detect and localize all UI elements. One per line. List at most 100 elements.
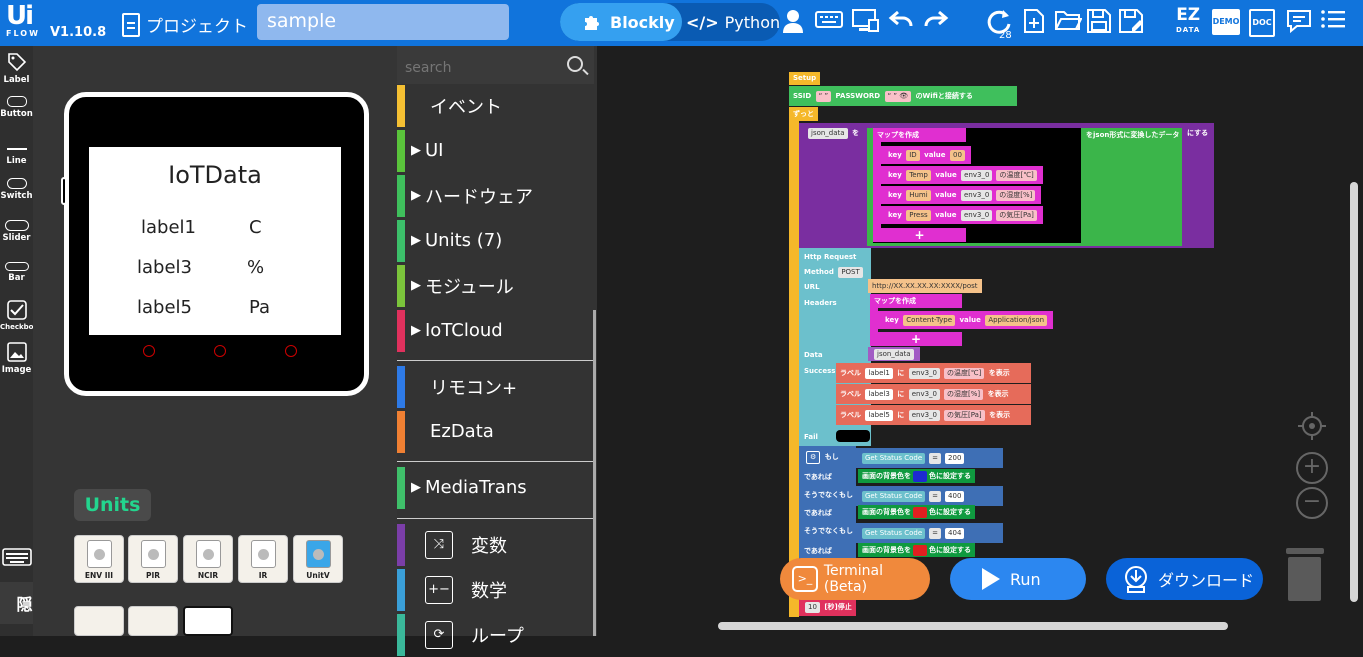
screen-label5[interactable]: label5 bbox=[137, 297, 192, 318]
ezdata-button[interactable]: EZ DATA bbox=[1176, 7, 1200, 38]
status-code-block[interactable]: Get Status Code bbox=[862, 491, 926, 502]
eq-dropdown[interactable]: = bbox=[929, 528, 942, 539]
category-mediatrans[interactable]: ▶ MediaTrans bbox=[397, 465, 594, 510]
label-dropdown[interactable]: label1 bbox=[865, 368, 893, 379]
map-value-suffix[interactable]: の気圧[Pa] bbox=[996, 210, 1037, 221]
unit-card-ir[interactable]: IR bbox=[238, 535, 288, 583]
demo-button[interactable]: DEMO bbox=[1212, 9, 1240, 35]
map-value-field[interactable]: env3_0 bbox=[961, 170, 993, 181]
open-folder-icon[interactable] bbox=[1054, 8, 1083, 38]
device-screen[interactable]: IoTData label1 C label3 % label5 Pa bbox=[89, 147, 341, 335]
search-icon[interactable] bbox=[567, 56, 583, 72]
project-menu[interactable]: プロジェクト bbox=[122, 12, 248, 37]
color-swatch[interactable] bbox=[913, 545, 927, 556]
json-var-field[interactable]: json_data bbox=[808, 128, 848, 139]
terminal-button[interactable]: >_ Terminal (Beta) bbox=[780, 558, 930, 600]
zoom-out-icon[interactable]: − bbox=[1296, 487, 1328, 519]
tool-image[interactable]: Image bbox=[0, 342, 33, 375]
data-var-field[interactable]: json_data bbox=[874, 349, 914, 360]
category-variables[interactable]: ⤨ 変数 bbox=[397, 522, 594, 567]
screen-label1-value[interactable]: C bbox=[249, 217, 262, 238]
category-ezdata[interactable]: EzData bbox=[397, 409, 594, 454]
menu-icon[interactable] bbox=[1320, 8, 1346, 38]
color-swatch[interactable] bbox=[913, 507, 927, 518]
save-as-icon[interactable] bbox=[1118, 8, 1146, 38]
unit-card-row2-c[interactable] bbox=[183, 606, 233, 636]
set-label5-block[interactable]: ラベル label5 に env3_0 の気圧[Pa] を表示 bbox=[836, 405, 1031, 425]
device-screen-icon[interactable] bbox=[851, 8, 879, 38]
setup-block[interactable]: Setup bbox=[789, 72, 821, 85]
map-add-icon[interactable]: + bbox=[873, 228, 966, 242]
screen-title[interactable]: IoTData bbox=[89, 161, 341, 189]
tool-label[interactable]: Label bbox=[0, 52, 33, 85]
url-field[interactable]: http://XX.XX.XX.XX:XXXX/post bbox=[868, 279, 982, 293]
color-swatch[interactable] bbox=[913, 471, 927, 482]
trash-icon[interactable] bbox=[1286, 548, 1324, 601]
sensor-suffix[interactable]: の気圧[Pa] bbox=[944, 410, 985, 421]
map-key-field[interactable]: Press bbox=[906, 210, 931, 221]
map-key-field[interactable]: Humi bbox=[906, 190, 931, 201]
label-dropdown[interactable]: label3 bbox=[865, 389, 893, 400]
search-input[interactable] bbox=[405, 58, 555, 78]
password-field[interactable]: “ ” 👁 bbox=[884, 91, 912, 102]
unit-card-unitv[interactable]: UnitV bbox=[293, 535, 343, 583]
category-loop[interactable]: ⟳ ループ bbox=[397, 612, 594, 657]
run-button[interactable]: Run bbox=[950, 558, 1086, 600]
screen-label3[interactable]: label3 bbox=[137, 257, 192, 278]
sensor-suffix[interactable]: の湿度[%] bbox=[944, 389, 984, 400]
unit-card-ncir[interactable]: NCIR bbox=[183, 535, 233, 583]
header-key-field[interactable]: Content-Type bbox=[903, 315, 956, 326]
save-icon[interactable] bbox=[1086, 8, 1112, 38]
sensor-dropdown[interactable]: env3_0 bbox=[908, 368, 940, 379]
new-file-icon[interactable] bbox=[1022, 8, 1046, 38]
screen-label5-value[interactable]: Pa bbox=[249, 297, 270, 318]
wifi-block[interactable]: SSID “ ” PASSWORD “ ” 👁 のWifiと接続する bbox=[789, 86, 1017, 106]
category-scrollbar[interactable] bbox=[593, 310, 596, 636]
chat-icon[interactable] bbox=[1285, 8, 1313, 38]
category-event[interactable]: イベント bbox=[397, 83, 594, 128]
condition-404[interactable]: Get Status Code = 404 bbox=[856, 523, 1003, 543]
map-row-id[interactable]: key ID value 00 bbox=[880, 146, 971, 164]
redo-icon[interactable] bbox=[923, 8, 949, 38]
make-map-block[interactable]: マップを作成 bbox=[873, 128, 966, 142]
tool-slider[interactable]: Slider bbox=[0, 220, 33, 243]
status-code-block[interactable]: Get Status Code bbox=[862, 453, 926, 464]
unit-card-env3[interactable]: ENV III bbox=[74, 535, 124, 583]
workspace-horizontal-scrollbar[interactable] bbox=[718, 622, 1228, 630]
screen-label1[interactable]: label1 bbox=[141, 217, 196, 238]
data-var-block[interactable]: json_data bbox=[868, 347, 920, 361]
condition-200[interactable]: Get Status Code = 200 bbox=[856, 448, 1003, 468]
zoom-in-icon[interactable]: + bbox=[1296, 452, 1328, 484]
tool-switch[interactable]: Switch bbox=[0, 178, 33, 201]
map-value-field[interactable]: env3_0 bbox=[960, 190, 993, 201]
map-key-field[interactable]: ID bbox=[906, 150, 920, 161]
blockly-tab[interactable]: Blockly bbox=[560, 3, 682, 41]
unit-card-row2-a[interactable] bbox=[74, 606, 124, 636]
ssid-field[interactable]: “ ” bbox=[815, 91, 832, 102]
map-row-humi[interactable]: key Humi value env3_0 の湿度[%] bbox=[880, 186, 1042, 204]
header-value-field[interactable]: Application/json bbox=[985, 315, 1048, 326]
category-hardware[interactable]: ▶ ハードウェア bbox=[397, 173, 594, 218]
code-field[interactable]: 400 bbox=[945, 491, 965, 502]
gear-icon[interactable]: ⚙ bbox=[806, 451, 821, 464]
eq-dropdown[interactable]: = bbox=[929, 453, 942, 464]
refresh-icon[interactable]: 28 bbox=[985, 8, 1015, 41]
user-icon[interactable] bbox=[782, 8, 804, 38]
map-row-press[interactable]: key Press value env3_0 の気圧[Pa] bbox=[880, 206, 1043, 224]
tool-checkbox[interactable]: Checkbox bbox=[0, 300, 38, 331]
keyboard-icon[interactable] bbox=[815, 8, 843, 38]
eq-dropdown[interactable]: = bbox=[929, 491, 942, 502]
status-code-block[interactable]: Get Status Code bbox=[862, 528, 926, 539]
wait-block[interactable]: 10 [秒]停止 bbox=[799, 598, 856, 616]
wait-field[interactable]: 10 bbox=[805, 602, 820, 613]
screen-label3-value[interactable]: % bbox=[247, 257, 264, 278]
category-ui[interactable]: ▶ UI bbox=[397, 128, 594, 173]
map-value-suffix[interactable]: の温度[℃] bbox=[996, 170, 1037, 181]
project-name-field[interactable]: sample bbox=[257, 4, 509, 40]
undo-icon[interactable] bbox=[888, 8, 914, 38]
category-units[interactable]: ▶ Units (7) bbox=[397, 218, 594, 263]
tool-bar[interactable]: Bar bbox=[0, 262, 33, 283]
map-key-field[interactable]: Temp bbox=[906, 170, 931, 181]
code-field[interactable]: 404 bbox=[945, 528, 965, 539]
unit-card-row2-b[interactable] bbox=[128, 606, 178, 636]
